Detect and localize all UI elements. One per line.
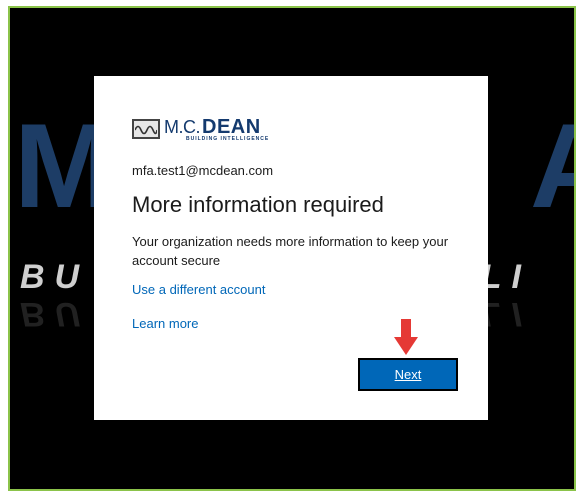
dialog-description: Your organization needs more information… [132, 234, 449, 268]
logo-subtitle: BUILDING INTELLIGENCE [186, 135, 270, 142]
logo-dean-text: DEAN [202, 115, 261, 138]
account-email: mfa.test1@mcdean.com [132, 163, 274, 178]
page-title: More information required [132, 192, 384, 217]
company-logo: M.C. DEAN BUILDING INTELLIGENCE [132, 116, 450, 142]
use-different-account-link[interactable]: Use a different account [132, 282, 450, 297]
screenshot-frame: M A BU LLI BU LLI M.C. DEAN BUILDING INT… [8, 6, 576, 491]
logo-wave-icon [132, 119, 160, 139]
background-tagline-reflection-left: BU [20, 295, 90, 333]
red-arrow-down-icon [394, 319, 418, 360]
sign-in-dialog: M.C. DEAN BUILDING INTELLIGENCE mfa.test… [94, 76, 488, 420]
logo-mc-text: M.C. [164, 116, 201, 137]
background-watermark-right: A [530, 106, 574, 226]
next-button[interactable]: Next [358, 358, 458, 391]
background-tagline-left: BU [20, 258, 90, 296]
